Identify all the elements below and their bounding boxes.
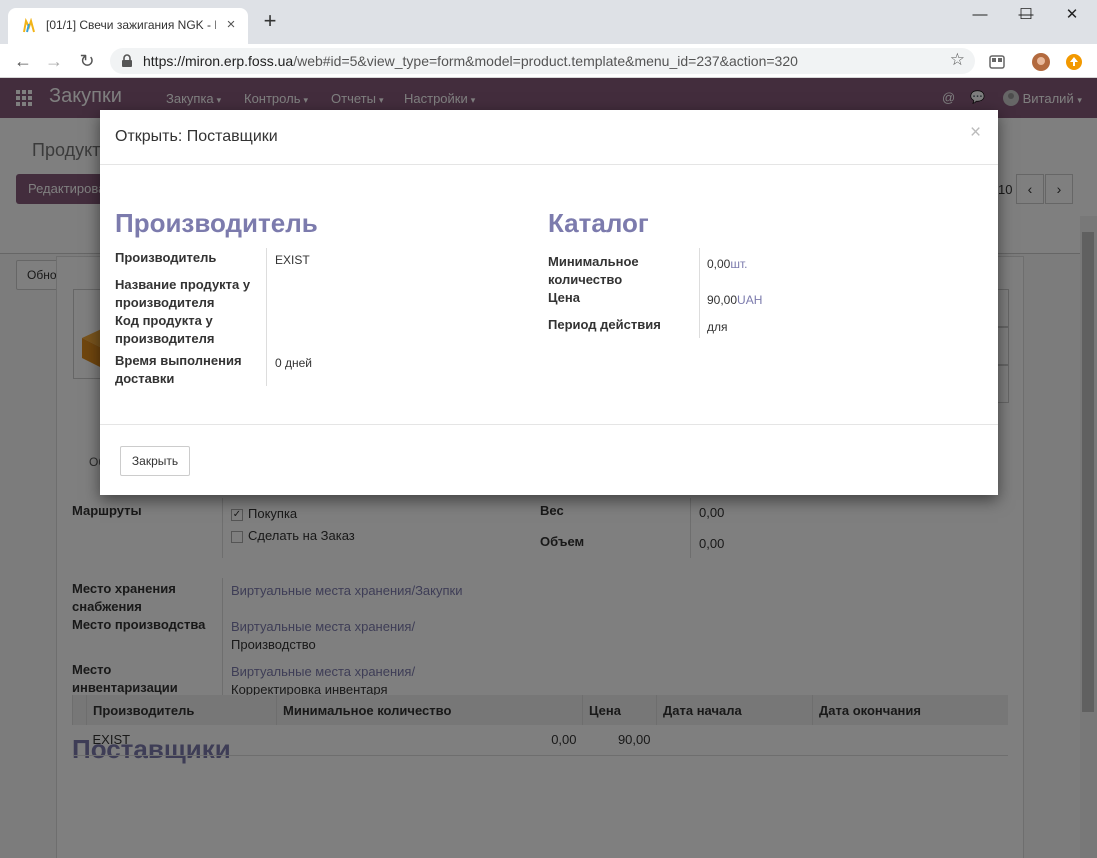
bookmark-star-icon[interactable]: ☆ (950, 50, 965, 70)
vendor-label: Производитель (115, 250, 217, 265)
lock-icon (122, 54, 132, 67)
browser-tab[interactable]: [01/1] Свечи зажигания NGK - E × (8, 8, 248, 44)
modal-title: Открыть: Поставщики (115, 128, 278, 145)
lead-time-value: 0 дней (275, 356, 313, 370)
validity-label: Период действия (548, 317, 661, 332)
lead-time-label: Время выполнения доставки (115, 353, 242, 386)
reload-icon[interactable]: ↻ (74, 48, 100, 74)
catalog-section-title: Каталог (548, 208, 649, 238)
modal-footer: Закрыть (100, 424, 998, 495)
min-qty-unit[interactable]: шт. (730, 257, 747, 271)
modal-header: Открыть: Поставщики × (100, 110, 998, 165)
back-icon[interactable]: ← (10, 48, 36, 74)
forward-icon[interactable]: → (41, 48, 67, 74)
product-name-label: Название продукта у производителя (115, 277, 251, 310)
browser-toolbar: ← → ↻ https://miron.erp.foss.ua/web#id=5… (0, 44, 1097, 78)
new-tab-button[interactable]: + (258, 10, 282, 34)
window-maximize-icon[interactable]: ☐ (1003, 0, 1049, 30)
window-close-icon[interactable]: ✕ (1049, 0, 1095, 30)
tab-title: [01/1] Свечи зажигания NGK - E (46, 18, 216, 32)
vendor-section-title: Производитель (115, 208, 318, 238)
url-host: https://miron.erp.foss.ua (143, 53, 294, 69)
vendor-link[interactable]: EXIST (275, 251, 310, 269)
price-number: 90,00 (707, 293, 738, 307)
supplier-dialog: Открыть: Поставщики × Производитель Прои… (100, 110, 998, 495)
profile-avatar-icon[interactable] (1032, 53, 1050, 71)
price-value: 90,00UAH (707, 291, 762, 309)
min-qty-label: Минимальное количество (548, 254, 639, 287)
window-minimize-icon[interactable]: — (957, 0, 1003, 30)
update-icon[interactable] (1065, 53, 1083, 71)
odoo-favicon-icon (23, 18, 35, 33)
min-qty-value: 0,00шт. (707, 255, 748, 273)
product-code-label: Код продукта у производителя (115, 313, 215, 346)
close-button[interactable]: Закрыть (120, 446, 190, 476)
close-icon[interactable]: × (970, 122, 981, 144)
price-currency[interactable]: UAH (737, 293, 762, 307)
validity-value: для (707, 320, 728, 334)
field-separator (699, 248, 700, 338)
tab-close-icon[interactable]: × (222, 16, 240, 34)
browser-titlebar: [01/1] Свечи зажигания NGK - E × + — (0, 0, 1097, 44)
extension-icon[interactable] (988, 53, 1006, 71)
url-path: /web#id=5&view_type=form&model=product.t… (293, 53, 798, 69)
field-separator (266, 248, 267, 386)
price-label: Цена (548, 290, 580, 305)
min-qty-number: 0,00 (707, 257, 731, 271)
url-text: https://miron.erp.foss.ua/web#id=5&view_… (143, 53, 798, 69)
address-bar[interactable]: https://miron.erp.foss.ua/web#id=5&view_… (110, 48, 975, 74)
